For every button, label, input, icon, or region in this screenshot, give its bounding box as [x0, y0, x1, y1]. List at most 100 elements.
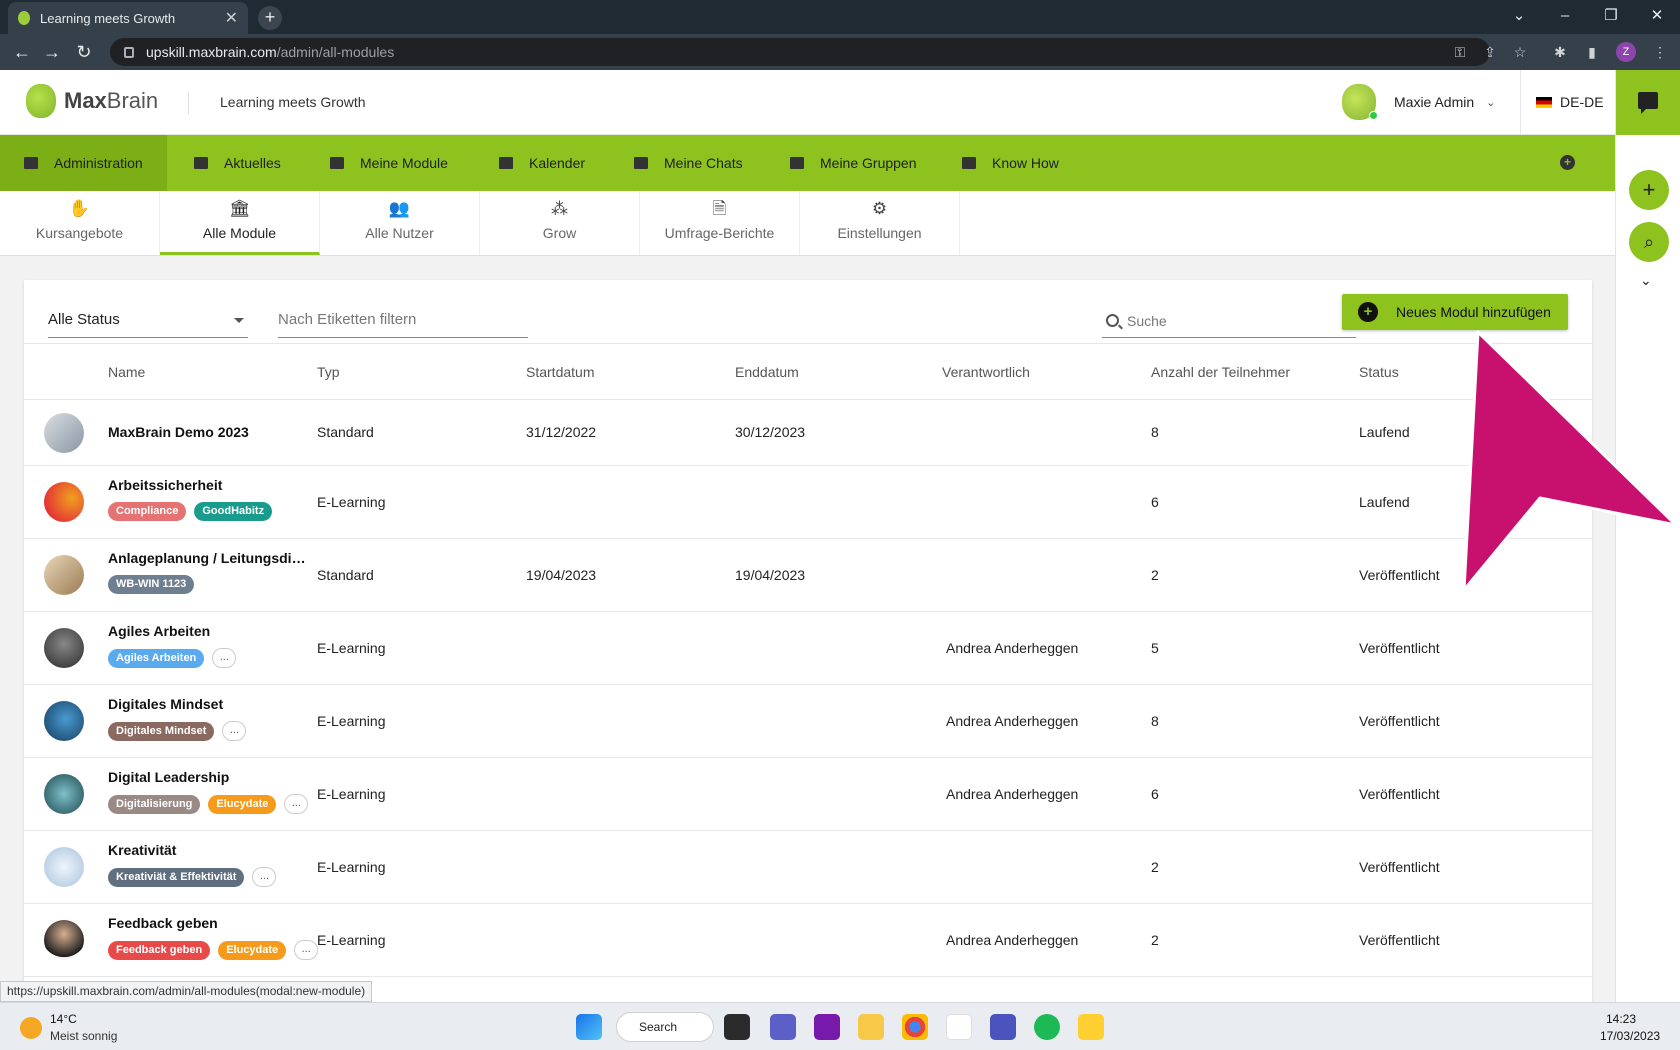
search-placeholder: Suche — [1127, 312, 1167, 329]
spotify-icon[interactable] — [1034, 1014, 1060, 1040]
new-tab-button[interactable]: + — [258, 6, 282, 30]
tag-badge[interactable]: Compliance — [108, 502, 187, 521]
module-participant-count: 8 — [1151, 713, 1159, 729]
add-circle-icon[interactable]: + — [1560, 155, 1575, 170]
module-participant-count: 6 — [1151, 786, 1159, 802]
column-header-verantwortlich[interactable]: Verantwortlich — [942, 364, 1030, 380]
table-row[interactable]: Kreativität Kreativiät & Effektivität ..… — [24, 831, 1592, 904]
user-menu[interactable]: Maxie Admin ⌄ — [1342, 84, 1495, 120]
module-thumbnail — [44, 701, 84, 741]
nav-item-meine-gruppen[interactable]: Meine Gruppen — [790, 135, 917, 191]
more-tags-button[interactable]: ... — [294, 940, 319, 960]
tag-badge[interactable]: Agiles Arbeiten — [108, 648, 205, 668]
minimize-icon[interactable]: – — [1540, 0, 1590, 34]
tag-badge[interactable]: GoodHabitz — [194, 502, 273, 521]
windows-start-icon[interactable] — [576, 1014, 602, 1040]
tag-badge[interactable]: WB-WIN 1123 — [108, 575, 195, 594]
tab-search-icon[interactable]: ⌄ — [1494, 0, 1544, 34]
weather-sun-icon[interactable] — [20, 1017, 42, 1039]
forward-icon[interactable]: → — [40, 40, 64, 64]
language-switcher[interactable]: DE-DE — [1536, 94, 1604, 110]
bookmark-star-icon[interactable]: ☆ — [1510, 42, 1530, 62]
teams-icon[interactable] — [990, 1014, 1016, 1040]
table-row[interactable]: Digitales Mindset Digitales Mindset ... … — [24, 685, 1592, 758]
module-name[interactable]: Feedback geben — [108, 915, 314, 931]
column-header-startdatum[interactable]: Startdatum — [526, 364, 594, 380]
nav-item-meine-module[interactable]: Meine Module — [330, 135, 448, 191]
browser-tab[interactable]: Learning meets Growth ✕ — [8, 2, 248, 34]
chevron-down-icon[interactable]: ⌄ — [1640, 272, 1652, 289]
taskbar-date: 17/03/2023 — [1600, 1029, 1661, 1043]
module-tags: Kreativiät & Effektivität ... — [108, 867, 277, 887]
module-name[interactable]: Digital Leadership — [108, 769, 314, 785]
back-icon[interactable]: ← — [10, 40, 34, 64]
maxbrain-logo[interactable]: MaxBrain — [26, 84, 158, 118]
more-tags-button[interactable]: ... — [212, 648, 237, 668]
tag-badge[interactable]: Elucydate — [218, 940, 287, 960]
tag-badge[interactable]: Digitalisierung — [108, 794, 201, 814]
miro-icon[interactable] — [1078, 1014, 1104, 1040]
tag-badge[interactable]: Elucydate — [208, 794, 277, 814]
search-icon[interactable]: ⌕ — [1629, 222, 1669, 262]
module-name[interactable]: Anlageplanung / Leitungsdimensionierung — [108, 550, 314, 566]
table-row[interactable]: Feedback geben Feedback geben Elucydate … — [24, 904, 1592, 977]
nav-item-know-how[interactable]: Know How — [962, 135, 1059, 191]
menu-dots-icon[interactable]: ⋮ — [1650, 42, 1670, 62]
nav-item-aktuelles[interactable]: Aktuelles — [194, 135, 281, 191]
taskbar-search[interactable]: Search — [616, 1012, 714, 1042]
slack-icon[interactable] — [946, 1014, 972, 1040]
module-name[interactable]: Kreativität — [108, 842, 314, 858]
nav-item-administration[interactable]: Administration — [0, 135, 167, 191]
more-tags-button[interactable]: ... — [222, 721, 247, 741]
search-input[interactable]: Suche — [1102, 304, 1356, 338]
side-panel-icon[interactable]: ▮ — [1582, 42, 1602, 62]
column-header-status[interactable]: Status — [1359, 364, 1399, 380]
task-view-icon[interactable] — [724, 1014, 750, 1040]
table-row[interactable]: Anlageplanung / Leitungsdimensionierung … — [24, 539, 1592, 612]
column-header-name[interactable]: Name — [108, 364, 145, 380]
tag-badge[interactable]: Feedback geben — [108, 940, 211, 960]
share-icon[interactable]: ⇪ — [1480, 42, 1500, 62]
tab-alle-nutzer[interactable]: 👥 Alle Nutzer — [320, 191, 480, 255]
address-bar[interactable]: upskill.maxbrain.com /admin/all-modules — [110, 38, 1490, 66]
tab-einstellungen[interactable]: ⚙ Einstellungen — [800, 191, 960, 255]
tab-kursangebote[interactable]: ✋ Kursangebote — [0, 191, 160, 255]
maximize-icon[interactable]: ❐ — [1586, 0, 1636, 34]
nav-item-kalender[interactable]: Kalender — [499, 135, 585, 191]
module-name[interactable]: MaxBrain Demo 2023 — [108, 424, 314, 440]
quick-add-button[interactable]: + — [1629, 170, 1669, 210]
tab-alle-module[interactable]: 🏛 Alle Module — [160, 191, 320, 255]
file-explorer-icon[interactable] — [858, 1014, 884, 1040]
more-tags-button[interactable]: ... — [252, 867, 277, 887]
chrome-icon[interactable] — [902, 1014, 928, 1040]
os-taskbar: 14°C Meist sonnig Search 14:23 17/03/202… — [0, 1002, 1680, 1050]
key-icon[interactable]: ⚿ — [1450, 42, 1470, 62]
table-row[interactable]: MaxBrain Demo 2023 Standard 31/12/2022 3… — [24, 400, 1592, 466]
close-window-icon[interactable]: ✕ — [1632, 0, 1680, 34]
column-header-enddatum[interactable]: Enddatum — [735, 364, 799, 380]
profile-avatar[interactable]: Z — [1616, 42, 1636, 62]
add-module-button[interactable]: + Neues Modul hinzufügen — [1342, 294, 1568, 330]
table-row[interactable]: Agiles Arbeiten Agiles Arbeiten ... E-Le… — [24, 612, 1592, 685]
column-header-teilnehmer[interactable]: Anzahl der Teilnehmer — [1151, 364, 1290, 380]
close-tab-icon[interactable]: ✕ — [225, 8, 238, 28]
column-header-typ[interactable]: Typ — [317, 364, 340, 380]
nav-item-meine-chats[interactable]: Meine Chats — [634, 135, 743, 191]
module-name[interactable]: Arbeitssicherheit — [108, 477, 314, 493]
tag-badge[interactable]: Kreativiät & Effektivität — [108, 867, 245, 887]
table-row[interactable]: Arbeitssicherheit Compliance GoodHabitz … — [24, 466, 1592, 539]
teams-chat-icon[interactable] — [770, 1014, 796, 1040]
tag-filter-input[interactable]: Nach Etiketten filtern — [278, 304, 528, 338]
module-name[interactable]: Agiles Arbeiten — [108, 623, 314, 639]
chat-panel-button[interactable] — [1616, 70, 1680, 135]
extensions-icon[interactable]: ✱ — [1550, 42, 1570, 62]
tab-grow[interactable]: ⁂ Grow — [480, 191, 640, 255]
table-row[interactable]: Digital Leadership Digitalisierung Elucy… — [24, 758, 1592, 831]
module-name[interactable]: Digitales Mindset — [108, 696, 314, 712]
status-filter-select[interactable]: Alle Status — [48, 304, 248, 338]
onenote-icon[interactable] — [814, 1014, 840, 1040]
tag-badge[interactable]: Digitales Mindset — [108, 721, 215, 741]
reload-icon[interactable]: ↻ — [72, 40, 96, 64]
more-tags-button[interactable]: ... — [284, 794, 309, 814]
tab-umfrage-berichte[interactable]: 🗎 Umfrage-Berichte — [640, 191, 800, 255]
